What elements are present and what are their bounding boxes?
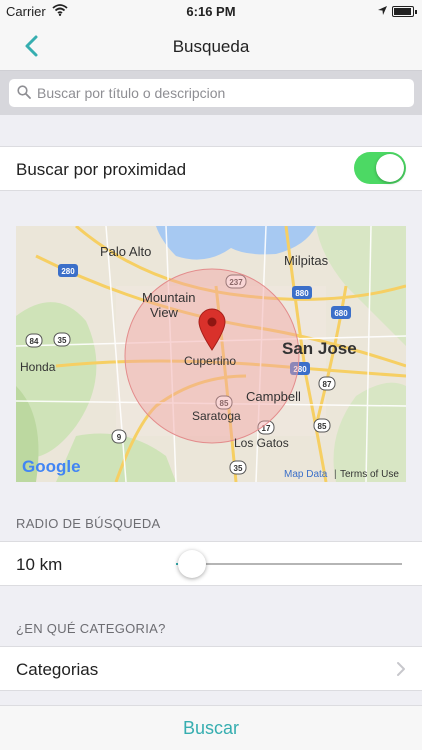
map-view[interactable]: 280 237 880 680 84 35 85 280 87 85 9 17 … [16,226,406,482]
radius-row: 10 km [0,541,422,586]
category-section-header: ¿EN QUÉ CATEGORIA? [16,621,166,636]
search-placeholder: Buscar por título o descripcion [37,85,226,101]
svg-text:87: 87 [323,380,332,389]
chevron-right-icon [396,661,406,682]
svg-text:880: 880 [295,289,309,298]
svg-text:84: 84 [30,337,39,346]
search-bar: Buscar por título o descripcion [0,70,422,115]
svg-text:280: 280 [61,267,75,276]
status-time: 6:16 PM [186,4,236,19]
category-label: Categorias [16,660,99,679]
radius-slider[interactable] [176,550,402,578]
search-button-label: Buscar [182,718,240,738]
svg-text:680: 680 [334,309,348,318]
attribution-separator: | [334,469,337,480]
place-label: Mountain [142,290,196,305]
battery-level [394,8,411,15]
proximity-row: Buscar por proximidad [0,146,422,191]
place-label: Palo Alto [100,244,152,259]
place-label: Milpitas [284,253,329,268]
place-label: San Jose [282,339,357,358]
map-data-link[interactable]: Map Data [284,469,327,480]
radius-section-header: RADIO DE BÚSQUEDA [16,516,161,531]
location-arrow-icon [377,4,388,19]
place-label: Los Gatos [234,436,289,450]
status-bar: Carrier 6:16 PM [0,0,422,22]
slider-thumb[interactable] [177,550,206,578]
battery-icon [392,6,417,17]
place-label: Campbell [246,389,301,404]
google-logo: Google [22,457,81,476]
radius-value-label: 10 km [16,555,63,574]
navigation-bar: Busqueda [0,22,422,70]
search-icon [17,85,31,104]
proximity-label: Buscar por proximidad [16,160,187,179]
toggle-knob [376,154,404,182]
terms-of-use-link[interactable]: Terms of Use [340,469,399,480]
search-button[interactable]: Buscar [0,705,422,750]
place-label: Cupertino [184,354,237,368]
svg-text:35: 35 [234,464,243,473]
svg-text:85: 85 [318,422,327,431]
place-label: Honda [20,360,56,374]
svg-text:35: 35 [58,336,67,345]
search-input[interactable]: Buscar por título o descripcion [9,79,414,107]
page-title: Busqueda [172,37,250,56]
place-label: Saratoga [192,409,241,423]
category-row[interactable]: Categorias [0,646,422,691]
proximity-toggle[interactable] [354,152,406,184]
svg-text:9: 9 [117,433,122,442]
place-label: View [150,305,178,320]
